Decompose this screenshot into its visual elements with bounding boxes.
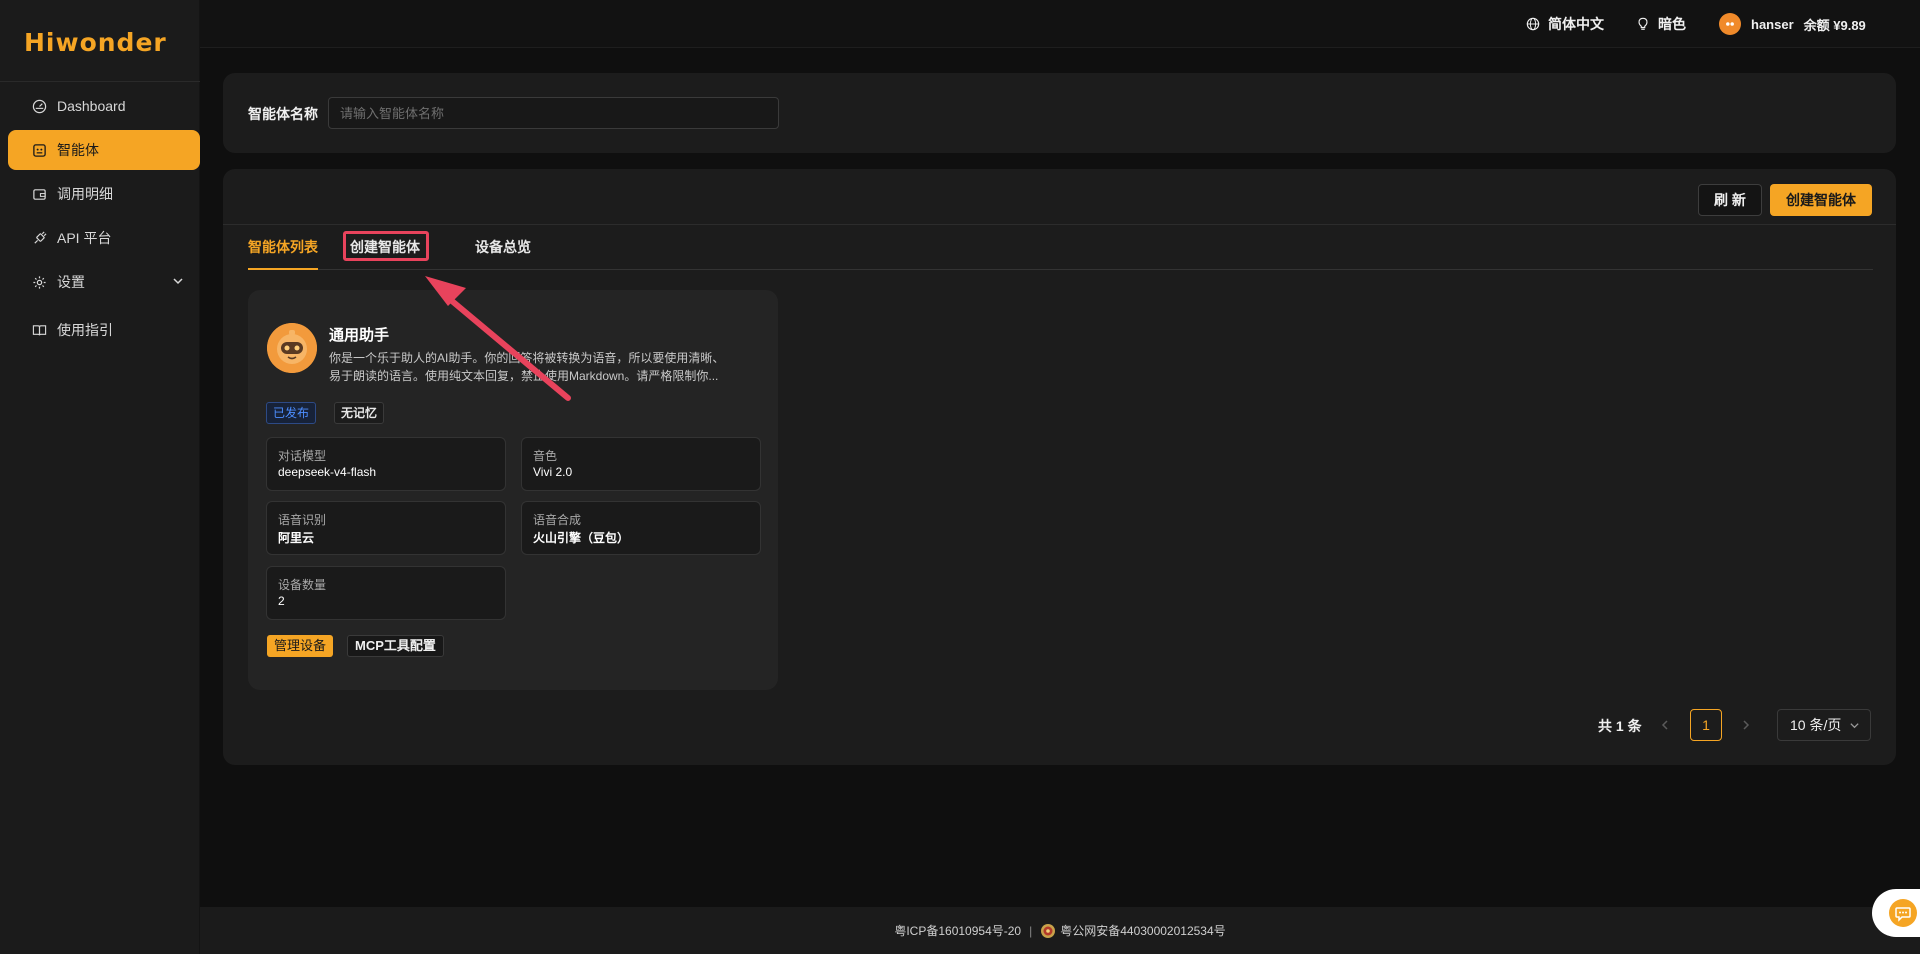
sidebar: Hiwonder Dashboard 智能体 调用明细 API 平台 设置 使用… [0, 0, 200, 954]
chat-float-button[interactable] [1872, 889, 1920, 937]
sidebar-item-agents[interactable]: 智能体 [8, 130, 200, 170]
sidebar-item-settings[interactable]: 设置 [8, 262, 200, 302]
chevron-down-icon [1849, 720, 1860, 731]
chat-icon [1889, 899, 1917, 927]
language-label: 简体中文 [1548, 16, 1604, 32]
field-value: 2 [278, 594, 285, 608]
agent-title: 通用助手 [329, 327, 390, 344]
field-value: Vivi 2.0 [533, 465, 573, 479]
sidebar-item-guide[interactable]: 使用指引 [8, 310, 200, 350]
field-label: 语音合成 [533, 513, 582, 527]
sidebar-item-api[interactable]: API 平台 [8, 218, 200, 258]
search-label: 智能体名称 [248, 106, 318, 122]
logo: Hiwonder [24, 28, 167, 57]
police-badge-icon [1040, 923, 1056, 939]
memory-badge: 无记忆 [334, 402, 385, 424]
user-menu[interactable]: hanser 余额 ¥9.89 [1719, 13, 1866, 35]
chevron-down-icon [172, 275, 184, 287]
field-label: 音色 [533, 449, 558, 463]
agent-name-search-input[interactable] [328, 97, 779, 129]
search-panel: 智能体名称 [223, 73, 1896, 153]
police-link[interactable]: 粤公网安备44030002012534号 [1060, 922, 1225, 939]
field-value: 火山引擎（豆包） [533, 531, 630, 545]
page-size-select[interactable]: 10 条/页 [1777, 709, 1871, 741]
agent-card[interactable]: 通用助手 你是一个乐于助人的AI助手。你的回答将被转换为语音，所以要使用清晰、 … [248, 290, 778, 690]
published-badge: 已发布 [266, 402, 317, 424]
field-value: 阿里云 [278, 531, 315, 545]
page-button-current[interactable]: 1 [1690, 709, 1722, 741]
icp-link[interactable]: 粤ICP备16010954号-20 [894, 922, 1021, 939]
balance: 余额 ¥9.89 [1803, 17, 1866, 33]
tts-field: 语音合成 火山引擎（豆包） [521, 501, 761, 555]
theme-switch[interactable]: 暗色 [1636, 14, 1686, 34]
sidebar-item-label: API 平台 [57, 230, 112, 246]
sidebar-item-usage[interactable]: 调用明细 [8, 174, 200, 214]
highlight-box [343, 231, 429, 261]
avatar [1719, 13, 1741, 35]
agent-description: 你是一个乐于助人的AI助手。你的回答将被转换为语音，所以要使用清晰、 易于朗读的… [329, 349, 759, 385]
gear-icon [31, 274, 47, 290]
theme-label: 暗色 [1658, 16, 1686, 32]
dashboard-icon [31, 98, 47, 114]
footer-separator: | [1029, 923, 1033, 938]
field-label: 设备数量 [278, 578, 327, 592]
description-line: 易于朗读的语言。使用纯文本回复，禁止使用Markdown。请严格限制你... [329, 369, 719, 383]
chevron-left-icon[interactable] [1657, 717, 1673, 733]
panel-toolbar: 刷 新 创建智能体 [223, 169, 1896, 225]
top-header: 简体中文 暗色 hanser 余额 ¥9.89 [200, 0, 1920, 48]
lightbulb-icon [1636, 17, 1650, 31]
voice-field: 音色 Vivi 2.0 [521, 437, 761, 491]
sidebar-item-label: 智能体 [57, 142, 99, 158]
sidebar-item-label: Dashboard [57, 98, 126, 114]
book-icon [31, 322, 47, 338]
sidebar-item-dashboard[interactable]: Dashboard [8, 86, 200, 126]
mcp-config-button[interactable]: MCP工具配置 [347, 635, 444, 657]
tab-agent-list[interactable]: 智能体列表 [248, 225, 318, 270]
page-size-value: 10 条/页 [1790, 717, 1842, 733]
refresh-button[interactable]: 刷 新 [1698, 184, 1762, 216]
tab-bar: 智能体列表 创建智能体 设备总览 [248, 225, 1873, 270]
field-label: 语音识别 [278, 513, 327, 527]
chevron-right-icon[interactable] [1738, 717, 1754, 733]
wallet-icon [31, 186, 47, 202]
language-switch[interactable]: 简体中文 [1526, 14, 1604, 34]
sidebar-item-label: 使用指引 [57, 322, 113, 338]
manage-devices-button[interactable]: 管理设备 [267, 635, 334, 657]
footer: 粤ICP备16010954号-20 | 粤公网安备44030002012534号 [200, 907, 1920, 954]
asr-field: 语音识别 阿里云 [266, 501, 506, 555]
username: hanser [1751, 16, 1794, 32]
globe-icon [1526, 17, 1540, 31]
field-value: deepseek-v4-flash [278, 465, 377, 479]
create-agent-button[interactable]: 创建智能体 [1770, 184, 1872, 216]
plug-icon [31, 230, 47, 246]
pagination-total: 共 1 条 [1598, 718, 1642, 734]
tab-device-overview[interactable]: 设备总览 [475, 225, 531, 270]
description-line: 你是一个乐于助人的AI助手。你的回答将被转换为语音，所以要使用清晰、 [329, 351, 725, 365]
sidebar-nav: Dashboard 智能体 调用明细 API 平台 设置 使用指引 [8, 86, 200, 354]
device-count-field: 设备数量 2 [266, 566, 506, 620]
divider [0, 81, 200, 82]
agent-icon [31, 142, 47, 158]
sidebar-item-label: 设置 [57, 274, 85, 290]
model-field: 对话模型 deepseek-v4-flash [266, 437, 506, 491]
sidebar-item-label: 调用明细 [57, 186, 113, 202]
avatar [267, 323, 317, 373]
field-label: 对话模型 [278, 449, 327, 463]
